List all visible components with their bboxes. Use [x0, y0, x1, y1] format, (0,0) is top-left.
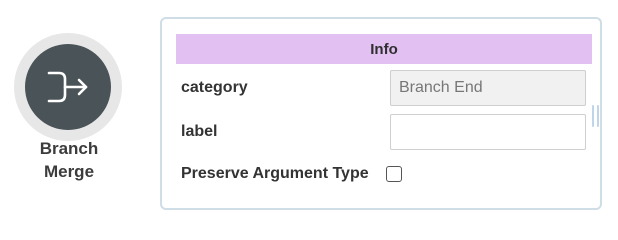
node-label-line1: Branch — [39, 139, 99, 158]
preserve-argument-type-checkbox[interactable] — [385, 166, 402, 182]
info-panel: Info category Branch End label Preserve … — [160, 17, 602, 210]
preserve-argument-type-row: Preserve Argument Type — [181, 157, 402, 191]
category-row: category — [181, 71, 248, 105]
category-field: Branch End — [390, 70, 586, 106]
label-input[interactable] — [390, 114, 586, 150]
node-label-line2: Merge — [43, 162, 95, 181]
branch-merge-icon — [25, 44, 111, 130]
label-label: label — [181, 123, 218, 140]
preserve-argument-type-label: Preserve Argument Type — [181, 165, 369, 182]
panel-title: Info — [176, 34, 592, 64]
node-label: Branch Merge — [14, 137, 124, 183]
category-label: category — [181, 79, 248, 96]
resize-handle[interactable] — [592, 105, 600, 127]
label-row: label — [181, 115, 217, 149]
